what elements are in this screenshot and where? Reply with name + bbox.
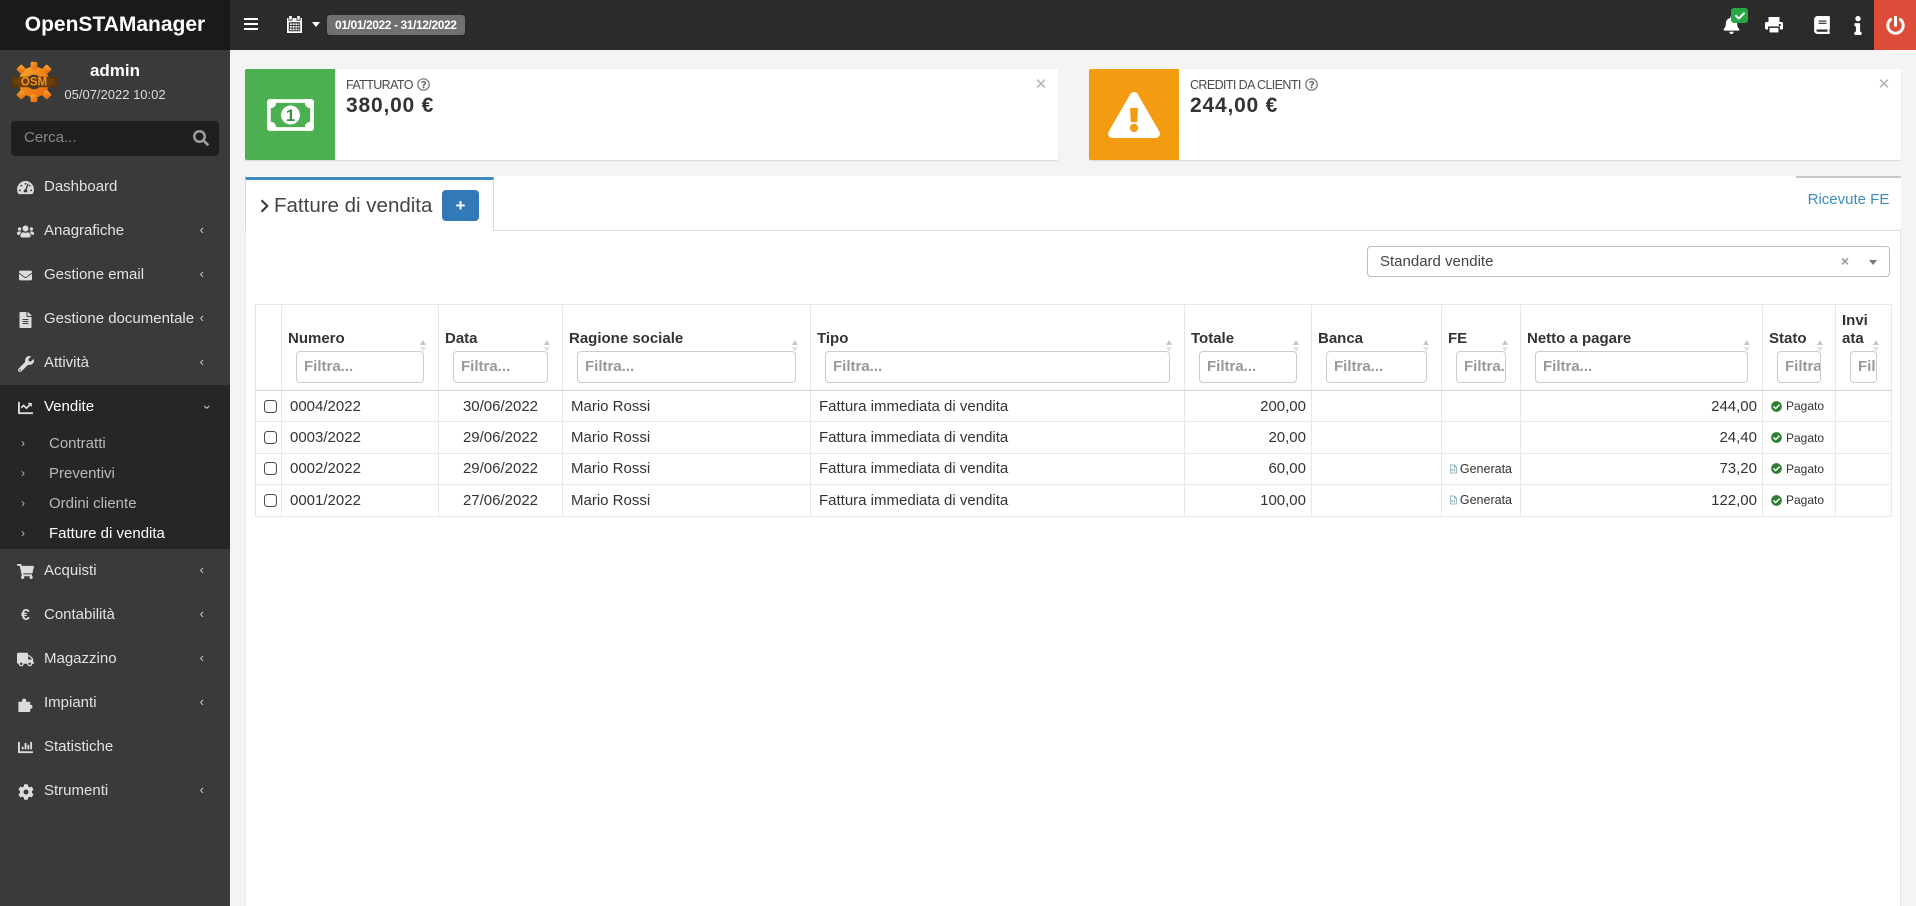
- svg-text:1: 1: [285, 106, 294, 125]
